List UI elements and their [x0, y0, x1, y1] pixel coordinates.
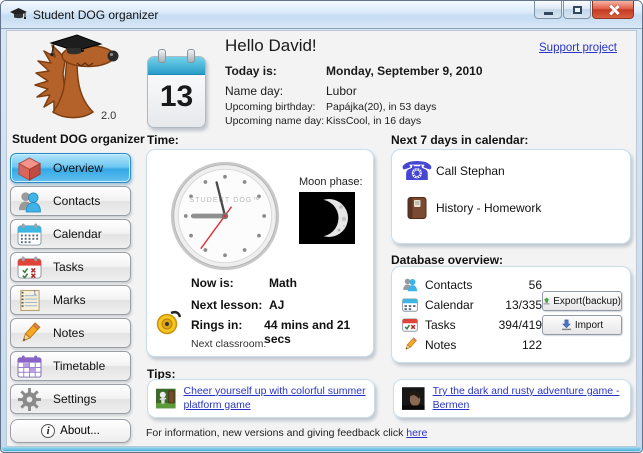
contacts-icon	[11, 190, 47, 213]
tasks-icon	[11, 255, 47, 279]
content: 2.0 Student DOG organizer Overview Conta…	[1, 30, 642, 446]
moon-phase-image	[299, 192, 355, 244]
app-window: Student DOG organizer 2.0 Student DOG or…	[0, 0, 643, 453]
maximize-button[interactable]	[563, 1, 591, 19]
about-label: About...	[60, 425, 100, 437]
sidebar-item-notes[interactable]: Notes	[10, 318, 131, 348]
moon-phase-label: Moon phase:	[299, 176, 363, 188]
sidebar-item-timetable[interactable]: Timetable	[10, 351, 131, 381]
sidebar-item-tasks[interactable]: Tasks	[10, 252, 131, 282]
sidebar-title: Student DOG organizer	[12, 132, 145, 146]
platform-game-icon	[156, 388, 176, 409]
minimize-button[interactable]	[534, 1, 562, 19]
svg-text:1: 1	[33, 290, 36, 296]
maximize-icon	[572, 5, 582, 14]
notes-icon	[11, 321, 47, 345]
footer-text: For information, new versions and giving…	[146, 427, 404, 439]
next-lesson-row: Next lesson: AJ	[191, 298, 285, 312]
minimize-icon	[543, 11, 553, 15]
graduation-cap-icon	[10, 8, 27, 19]
footer-here-link[interactable]: here	[406, 427, 427, 439]
close-button[interactable]	[592, 1, 634, 19]
titlebar: Student DOG organizer	[1, 1, 642, 29]
db-notes-row: Notes 122	[402, 337, 542, 352]
tip-link[interactable]: Cheer yourself up with colorful summer p…	[184, 385, 366, 412]
cube-icon	[11, 156, 47, 181]
analog-clock: STUDENT DOG™	[170, 161, 280, 271]
window-bottom-glow	[2, 447, 641, 451]
phone-icon: ☎	[400, 156, 434, 186]
timetable-icon	[11, 354, 47, 378]
app-version: 2.0	[101, 110, 117, 122]
calendar-hanger	[158, 49, 166, 63]
next-classroom-row: Next classroom:	[191, 338, 267, 350]
adventure-game-icon	[402, 387, 425, 410]
db-contacts-row: Contacts 56	[402, 277, 542, 292]
sidebar-item-calendar[interactable]: Calendar	[10, 219, 131, 249]
info-icon: i	[41, 424, 56, 438]
greeting: Hello David!	[225, 36, 317, 55]
tip-item: Try the dark and rusty adventure game - …	[393, 379, 631, 418]
calendar-icon	[402, 298, 418, 312]
tasks-icon	[402, 318, 418, 332]
calendar-event-item[interactable]: History - Homework	[398, 196, 541, 220]
window-title: Student DOG organizer	[33, 7, 159, 22]
calendar-section-label: Next 7 days in calendar:	[391, 133, 529, 147]
calendar-hanger	[187, 49, 195, 63]
gear-icon	[11, 387, 47, 412]
export-backup-button[interactable]: Export(backup)	[542, 291, 622, 311]
sidebar-item-settings[interactable]: Settings	[10, 384, 131, 414]
calendar-event-item[interactable]: ☎ Call Stephan	[398, 158, 505, 184]
close-icon	[608, 4, 619, 15]
database-section-label: Database overview:	[391, 253, 504, 267]
footer: For information, new versions and giving…	[146, 427, 427, 439]
database-panel: Contacts 56 Calendar 13/335 Tasks 394/41…	[391, 266, 631, 363]
bell-icon	[156, 310, 182, 335]
sidebar-item-overview[interactable]: Overview	[10, 153, 131, 183]
support-project-link[interactable]: Support project	[539, 42, 617, 54]
sidebar-item-marks[interactable]: 1 Marks	[10, 285, 131, 315]
db-tasks-row: Tasks 394/419	[402, 317, 542, 332]
calendar-icon	[11, 222, 47, 246]
sidebar-item-contacts[interactable]: Contacts	[10, 186, 131, 216]
time-section-label: Time:	[147, 133, 179, 147]
window-controls	[533, 1, 634, 19]
upcoming-nameday-row: Upcoming name day: KissCool, in 16 days	[225, 115, 422, 127]
notes-icon	[405, 337, 417, 350]
about-button[interactable]: i About...	[10, 419, 131, 443]
next7days-panel: ☎ Call Stephan History - Homework	[391, 149, 631, 244]
tip-item: Cheer yourself up with colorful summer p…	[147, 379, 375, 418]
export-icon	[543, 297, 550, 305]
today-row: Today is: Monday, September 9, 2010	[225, 64, 483, 78]
tip-link[interactable]: Try the dark and rusty adventure game - …	[433, 385, 622, 412]
book-icon	[398, 196, 436, 220]
nameday-row: Name day: Lubor	[225, 84, 357, 98]
contacts-icon	[403, 278, 418, 292]
time-panel: STUDENT DOG™ Moon phase: Now is: Math Ne…	[146, 149, 374, 357]
now-is-row: Now is: Math	[191, 276, 297, 290]
clock-brand-text: STUDENT DOG™	[189, 197, 260, 204]
import-button[interactable]: Import	[542, 315, 622, 335]
date-calendar: 13	[147, 49, 206, 128]
import-icon	[561, 319, 571, 331]
upcoming-birthday-row: Upcoming birthday: Papájka(20), in 53 da…	[225, 101, 437, 113]
db-calendar-row: Calendar 13/335	[402, 297, 542, 312]
marks-icon: 1	[11, 289, 47, 312]
calendar-day-number: 13	[159, 80, 194, 113]
